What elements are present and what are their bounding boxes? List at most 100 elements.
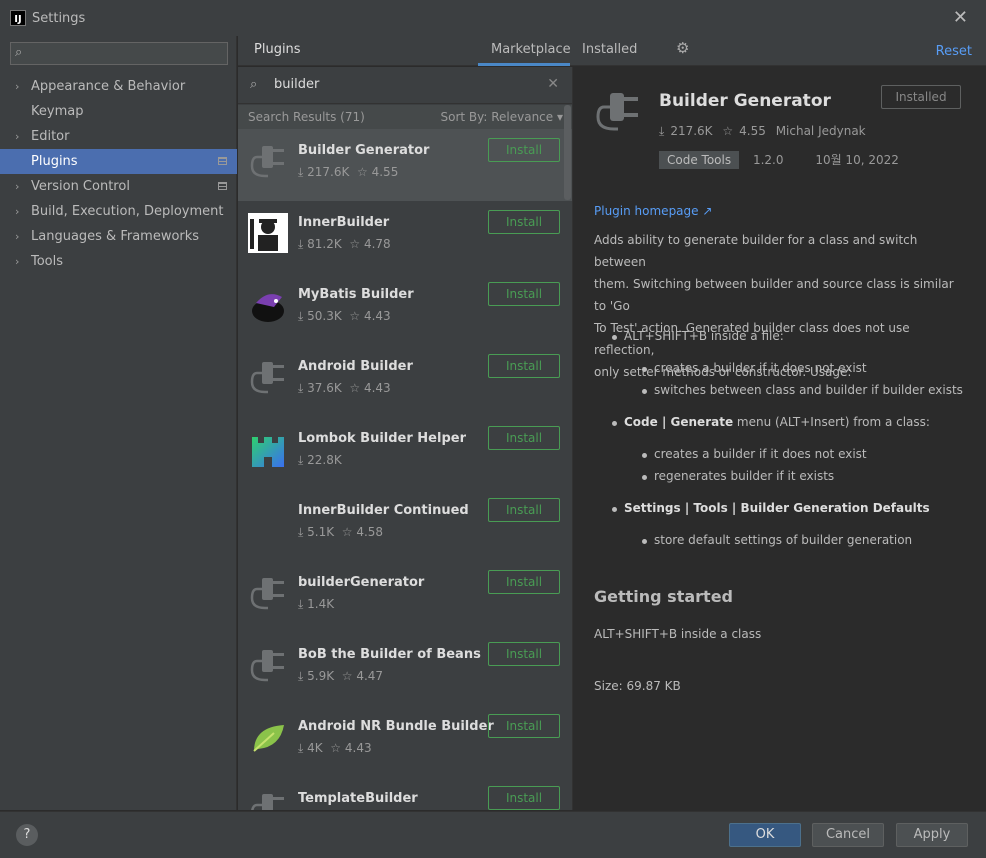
sidebar-item-label: Version Control [31, 179, 130, 194]
chevron-right-icon[interactable]: › [15, 74, 19, 99]
plug-icon [250, 650, 284, 682]
sidebar-item-label: Languages & Frameworks [31, 229, 200, 244]
install-button[interactable]: Install [488, 642, 560, 666]
plugin-list-item[interactable]: BoB the Builder of Beans ⤓ 5.9K ☆ 4.47 Ins… [238, 633, 572, 705]
active-tab-indicator [478, 63, 570, 66]
plugin-downloads: 37.6K [307, 381, 342, 395]
plug-icon [250, 578, 284, 610]
plug-icon [596, 93, 638, 131]
getting-started-text: ALT+SHIFT+B inside a class [594, 627, 762, 641]
sidebar-item-languages-frameworks[interactable]: › Languages & Frameworks [0, 224, 237, 249]
sidebar-item-build-execution-deployment[interactable]: › Build, Execution, Deployment [0, 199, 237, 224]
sidebar-item-version-control[interactable]: › Version Control [0, 174, 237, 199]
plugin-search-query[interactable]: builder [274, 77, 319, 92]
plugin-name: InnerBuilder Continued [298, 503, 469, 518]
chevron-right-icon[interactable]: › [15, 249, 19, 274]
plugin-name: TemplateBuilder [298, 791, 418, 806]
plugin-detail-pane: Builder Generator Installed ⤓ 217.6K ☆ 4.5… [574, 67, 986, 810]
close-icon[interactable]: ✕ [953, 7, 968, 28]
installed-button[interactable]: Installed [881, 85, 961, 109]
sidebar-item-appearance-behavior[interactable]: › Appearance & Behavior [0, 74, 237, 99]
plug-icon [250, 362, 284, 394]
plugin-homepage-link[interactable]: Plugin homepage ↗ [594, 204, 712, 218]
category-tag[interactable]: Code Tools [659, 151, 740, 169]
plugin-rating: 4.78 [363, 237, 391, 251]
plugin-name: builderGenerator [298, 575, 425, 590]
download-icon: ⤓ [298, 453, 304, 467]
detail-rating: 4.55 [739, 124, 766, 138]
gear-icon[interactable]: ⚙ [676, 39, 689, 57]
chevron-right-icon[interactable]: › [15, 124, 19, 149]
search-icon: ⌕ [250, 77, 258, 92]
project-settings-icon [218, 182, 227, 190]
plugin-downloads: 5.1K [307, 525, 335, 539]
plugin-list-item[interactable]: Android Builder ⤓ 37.6K ☆ 4.43 Install [238, 345, 572, 417]
sidebar-item-editor[interactable]: › Editor [0, 124, 237, 149]
usage-sub-bullet: creates a builder if it does not exist [642, 447, 867, 461]
download-icon: ⤓ [659, 124, 665, 138]
plug-icon [251, 794, 284, 810]
plugin-rating: 4.55 [371, 165, 399, 179]
plugin-name: Lombok Builder Helper [298, 431, 466, 446]
tab-installed[interactable]: Installed [582, 42, 637, 57]
install-button[interactable]: Install [488, 354, 560, 378]
cancel-button[interactable]: Cancel [812, 823, 884, 847]
download-icon: ⤓ [298, 165, 304, 179]
detail-date: 10월 10, 2022 [815, 153, 899, 167]
sidebar-item-tools[interactable]: › Tools [0, 249, 237, 274]
chevron-right-icon[interactable]: › [15, 224, 19, 249]
description-line: Adds ability to generate builder for a c… [594, 233, 918, 269]
install-button[interactable]: Install [488, 282, 560, 306]
install-button[interactable]: Install [488, 570, 560, 594]
usage-bullet: Code | Generate menu (ALT+Insert) from a… [612, 415, 930, 429]
reset-link[interactable]: Reset [936, 44, 972, 59]
download-icon: ⤓ [298, 381, 304, 395]
plugin-list-item[interactable]: InnerBuilder Continued ⤓ 5.1K ☆ 4.58 Insta… [238, 489, 572, 561]
plugin-list-item[interactable]: Lombok Builder Helper ⤓ 22.8K Install [238, 417, 572, 489]
download-icon: ⤓ [298, 741, 304, 755]
tab-marketplace[interactable]: Marketplace [491, 42, 571, 57]
install-button[interactable]: Install [488, 426, 560, 450]
settings-nav-tree: › Appearance & Behavior Keymap › Editor Plugi… [0, 74, 237, 274]
plugin-downloads: 5.9K [307, 669, 335, 683]
detail-author[interactable]: Michal Jedynak [776, 124, 866, 138]
help-icon[interactable]: ? [16, 824, 38, 846]
chevron-right-icon[interactable]: › [15, 174, 19, 199]
plugin-list-item[interactable]: Builder Generator ⤓ 217.6K ☆ 4.55 Install [238, 129, 572, 201]
settings-search-input[interactable]: ⌕ [10, 42, 228, 65]
install-button[interactable]: Install [488, 498, 560, 522]
title-bar: IJ Settings ✕ [0, 0, 986, 36]
clear-search-icon[interactable]: ✕ [547, 76, 559, 92]
getting-started-heading: Getting started [594, 587, 733, 606]
plugin-list-item[interactable]: builderGenerator ⤓ 1.4K Install [238, 561, 572, 633]
plugin-search-field[interactable]: ⌕ builder ✕ [238, 67, 572, 104]
install-button[interactable]: Install [488, 138, 560, 162]
settings-sidebar: ⌕ › Appearance & Behavior Keymap › Editor Plu… [0, 36, 237, 810]
plugin-list: Builder Generator ⤓ 217.6K ☆ 4.55 Install I… [238, 129, 572, 810]
install-button[interactable]: Install [488, 714, 560, 738]
chevron-right-icon[interactable]: › [15, 199, 19, 224]
plugin-meta: ⤓ 5.1K ☆ 4.58 [298, 525, 383, 540]
install-button[interactable]: Install [488, 210, 560, 234]
sidebar-item-label: Editor [31, 129, 70, 144]
leaf-icon [253, 725, 284, 752]
search-icon: ⌕ [15, 45, 23, 60]
apply-button[interactable]: Apply [896, 823, 968, 847]
plugin-list-item[interactable]: MyBatis Builder ⤓ 50.3K ☆ 4.43 Install [238, 273, 572, 345]
sidebar-item-label: Plugins [31, 154, 78, 169]
ok-button[interactable]: OK [729, 823, 801, 847]
plugin-downloads: 1.4K [307, 597, 335, 611]
plugin-list-scrollbar[interactable] [564, 105, 571, 200]
sidebar-item-keymap[interactable]: Keymap [0, 99, 237, 124]
plugin-rating: 4.43 [363, 381, 391, 395]
install-button[interactable]: Install [488, 786, 560, 810]
sort-dropdown[interactable]: Sort By: Relevance ▾ [440, 110, 563, 124]
intellij-app-icon: IJ [10, 10, 26, 26]
download-icon: ⤓ [298, 309, 304, 323]
detail-downloads: 217.6K [670, 124, 713, 138]
plugin-list-item[interactable]: TemplateBuilder Install [238, 777, 572, 810]
sidebar-item-plugins[interactable]: Plugins [0, 149, 237, 174]
plugin-list-item[interactable]: InnerBuilder ⤓ 81.2K ☆ 4.78 Install [238, 201, 572, 273]
usage-bullet: ALT+SHIFT+B inside a file: [612, 329, 784, 343]
plugin-list-item[interactable]: Android NR Bundle Builder ⤓ 4K ☆ 4.43 Inst… [238, 705, 572, 777]
